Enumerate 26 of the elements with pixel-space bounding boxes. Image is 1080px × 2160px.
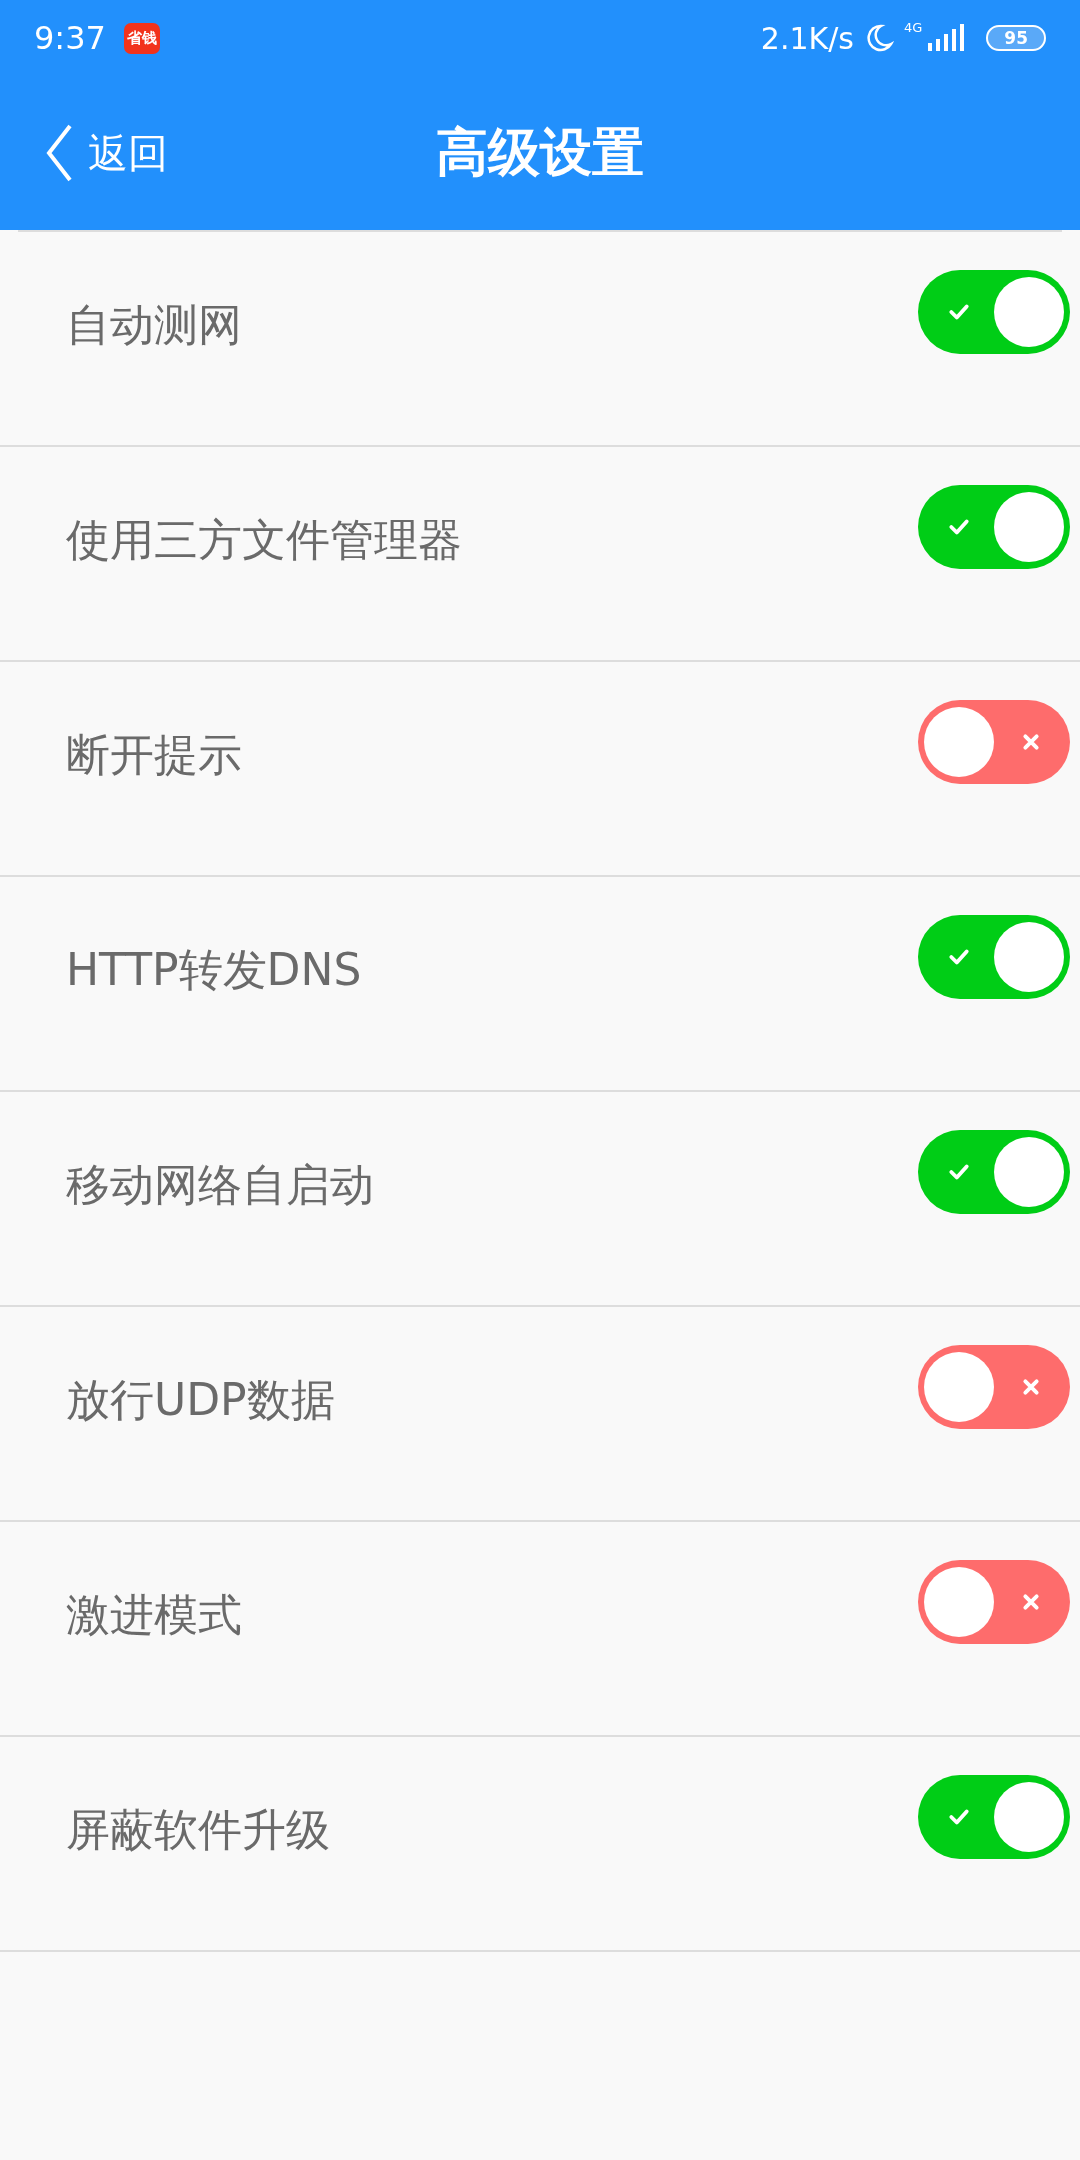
battery-level: 95 xyxy=(986,25,1046,51)
setting-label: 自动测网 xyxy=(66,298,242,352)
back-label: 返回 xyxy=(88,128,168,178)
chevron-left-icon xyxy=(44,123,74,183)
setting-label: 放行UDP数据 xyxy=(66,1373,335,1427)
check-icon xyxy=(948,303,970,321)
close-icon xyxy=(1022,1593,1040,1611)
setting-label: HTTP转发DNS xyxy=(66,943,362,997)
setting-label: 移动网络自启动 xyxy=(66,1158,374,1212)
close-icon xyxy=(1022,1378,1040,1396)
close-icon xyxy=(1022,733,1040,751)
setting-label: 断开提示 xyxy=(66,728,242,782)
back-button[interactable]: 返回 xyxy=(44,123,168,183)
signal-icon xyxy=(926,23,967,53)
check-icon xyxy=(948,1808,970,1826)
setting-label: 使用三方文件管理器 xyxy=(66,513,462,567)
setting-label: 屏蔽软件升级 xyxy=(66,1803,330,1857)
check-icon xyxy=(948,1163,970,1181)
check-icon xyxy=(948,518,970,536)
network-type: 4G xyxy=(903,20,923,35)
setting-label: 激进模式 xyxy=(66,1588,242,1642)
status-time: 9:37 xyxy=(34,19,106,57)
page-title: 高级设置 xyxy=(436,121,644,184)
app-badge: 省钱 xyxy=(123,22,160,54)
check-icon xyxy=(948,948,970,966)
net-speed: 2.1K/s xyxy=(760,20,854,56)
